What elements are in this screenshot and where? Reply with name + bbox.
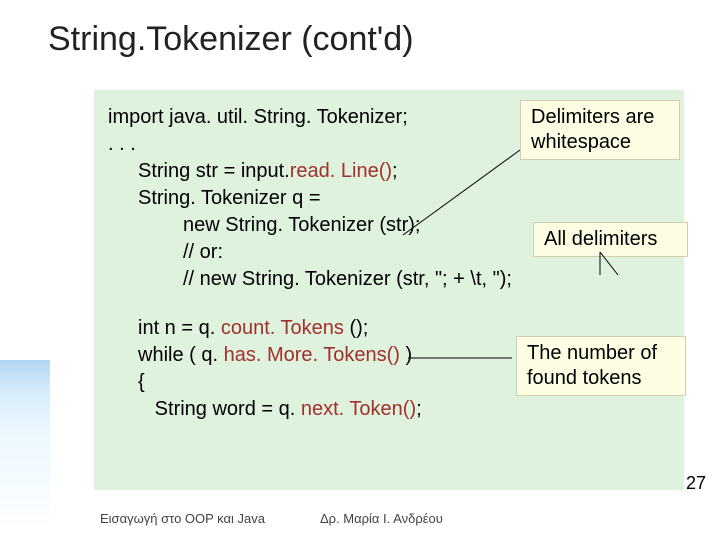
code-method: next. Token() — [295, 398, 416, 420]
code-text: ; — [392, 160, 398, 182]
footer-left: Εισαγωγή στο OOP και Java — [100, 511, 265, 526]
callout-all-delimiters: All delimiters — [533, 222, 688, 257]
code-text: int n = q. — [138, 317, 215, 339]
page-number: 27 — [686, 473, 706, 494]
side-decoration — [0, 360, 50, 530]
callout-found-tokens: The number of found tokens — [516, 336, 686, 396]
code-method: read. Line() — [290, 160, 392, 182]
code-text: ) — [400, 344, 412, 366]
footer-center: Δρ. Μαρία Ι. Ανδρέου — [320, 511, 443, 526]
code-blank — [108, 293, 670, 315]
callout-delimiters-whitespace: Delimiters are whitespace — [520, 100, 680, 160]
code-text: (); — [344, 317, 368, 339]
code-text: String word = q. — [155, 398, 296, 420]
code-text: String str = input. — [138, 160, 290, 182]
code-line: String str = input.read. Line(); — [108, 158, 670, 185]
code-method: has. More. Tokens() — [218, 344, 400, 366]
code-line: String word = q. next. Token(); — [108, 396, 670, 423]
code-line: String. Tokenizer q = — [108, 185, 670, 212]
code-text: ; — [416, 398, 422, 420]
code-line: // new String. Tokenizer (str, "; + \t, … — [108, 266, 670, 293]
code-text: while ( q. — [138, 344, 218, 366]
code-method: count. Tokens — [215, 317, 344, 339]
slide-title: String.Tokenizer (cont'd) — [0, 0, 720, 59]
